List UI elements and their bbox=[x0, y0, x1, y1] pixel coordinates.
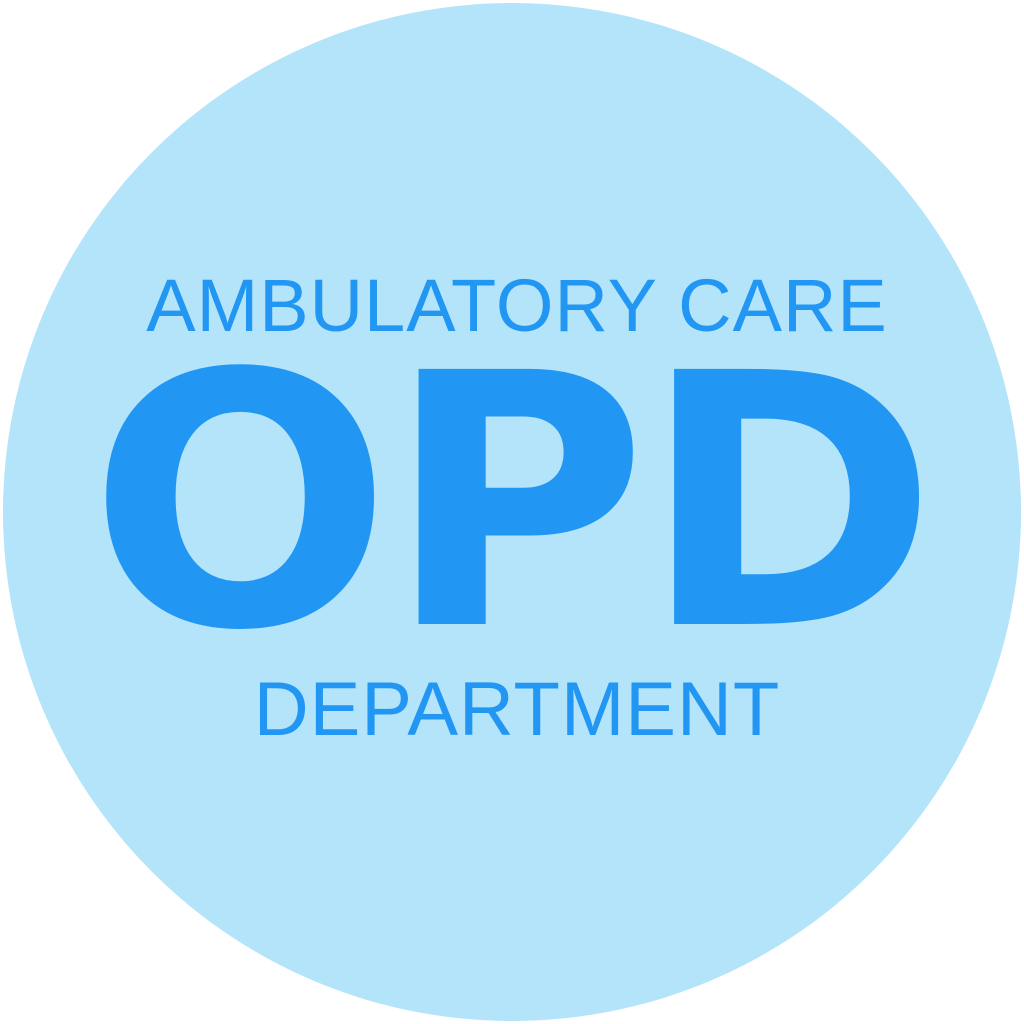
badge-bottom-text: DEPARTMENT bbox=[253, 667, 781, 752]
badge-main-text: OPD bbox=[88, 299, 937, 707]
